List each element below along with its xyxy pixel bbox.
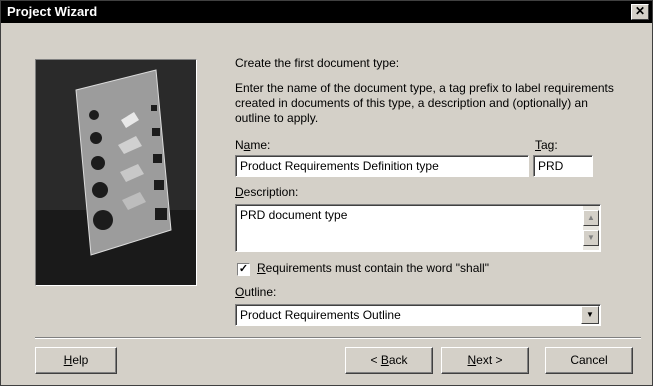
shall-checkbox[interactable]: ✓ [237, 263, 250, 276]
description-value: PRD document type [240, 208, 348, 222]
tag-field[interactable]: PRD [533, 155, 593, 177]
name-label: Name: [235, 138, 271, 152]
chevron-down-icon[interactable]: ▼ [581, 306, 599, 324]
outline-select[interactable]: Product Requirements Outline ▼ [235, 304, 601, 326]
back-button[interactable]: < Back [345, 347, 433, 374]
scroll-up-icon[interactable]: ▲ [583, 210, 599, 226]
name-field-value: Product Requirements Definition type [240, 159, 439, 173]
close-icon[interactable]: ✕ [631, 4, 649, 20]
outline-label: Outline: [235, 285, 277, 299]
help-button[interactable]: Help [35, 347, 117, 374]
divider [35, 337, 641, 339]
outline-value: Product Requirements Outline [240, 308, 401, 322]
intro-paragraph: Enter the name of the document type, a t… [235, 81, 614, 125]
window-title: Project Wizard [7, 4, 98, 19]
name-field[interactable]: Product Requirements Definition type [235, 155, 529, 177]
cancel-button[interactable]: Cancel [545, 347, 633, 374]
tag-field-value: PRD [538, 159, 564, 173]
title-bar: Project Wizard ✕ [1, 1, 652, 23]
intro-heading: Create the first document type: [235, 56, 400, 70]
description-textarea[interactable]: PRD document type ▲ ▼ [235, 204, 601, 252]
scroll-down-icon[interactable]: ▼ [583, 230, 599, 246]
next-button[interactable]: Next > [441, 347, 529, 374]
shape-sorter-image [36, 60, 196, 285]
shall-checkbox-label: Requirements must contain the word "shal… [257, 261, 489, 275]
tag-label: Tag: [535, 138, 558, 152]
project-wizard-window: Project Wizard ✕ Create the first docume… [0, 0, 653, 386]
description-label: Description: [235, 185, 299, 199]
wizard-illustration [35, 59, 197, 286]
description-scrollbar[interactable]: ▲ ▼ [583, 206, 599, 250]
